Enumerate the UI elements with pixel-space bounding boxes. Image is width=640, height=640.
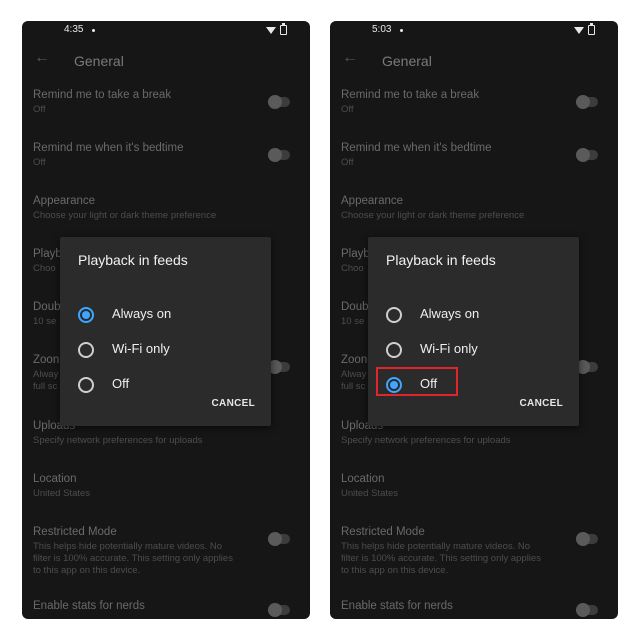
setting-toggle[interactable] <box>268 360 290 374</box>
setting-toggle[interactable] <box>576 95 598 109</box>
setting-toggle[interactable] <box>576 360 598 374</box>
phone-screen-2: 5:03 ← General Remind me to take a break Off… <box>330 21 618 619</box>
radio-option[interactable]: Wi-Fi only <box>386 339 556 361</box>
setting-toggle[interactable] <box>268 532 290 546</box>
setting-subtitle: This helps hide potentially mature video… <box>33 541 233 576</box>
setting-subtitle: Off <box>341 104 354 115</box>
page-title: General <box>74 53 124 69</box>
radio-unselected-icon[interactable] <box>78 377 94 393</box>
setting-row[interactable]: Appearance Choose your light or dark them… <box>330 195 618 243</box>
app-bar: ← General <box>330 47 618 75</box>
setting-title: Restricted Mode <box>33 526 117 538</box>
radio-unselected-icon[interactable] <box>386 342 402 358</box>
setting-subtitle: This helps hide potentially mature video… <box>341 541 541 576</box>
arrow-back-icon[interactable]: ← <box>34 49 50 67</box>
radio-option[interactable]: Always on <box>386 304 556 326</box>
setting-title: Enable stats for nerds <box>33 600 145 612</box>
status-bar: 4:35 <box>22 21 310 39</box>
setting-title: Remind me to take a break <box>33 89 172 101</box>
phone-screen-1: 4:35 ← General Remind me to take a break Off… <box>22 21 310 619</box>
setting-subtitle: Choose your light or dark theme preferen… <box>33 210 217 221</box>
radio-option-label: Off <box>112 376 130 391</box>
setting-subtitle: Specify network preferences for uploads <box>341 435 511 446</box>
setting-row[interactable]: Restricted Mode This helps hide potential… <box>22 526 310 576</box>
setting-title: Doub <box>341 301 369 313</box>
setting-toggle[interactable] <box>268 148 290 162</box>
radio-option-label: Always on <box>112 306 172 321</box>
playback-dialog: Playback in feeds Always on Wi-Fi only Off C… <box>368 237 579 426</box>
arrow-back-icon[interactable]: ← <box>342 49 358 67</box>
setting-toggle[interactable] <box>268 603 290 617</box>
battery-icon <box>280 23 287 35</box>
status-bar: 5:03 <box>330 21 618 39</box>
notification-dot-icon <box>92 29 95 32</box>
highlight-box <box>376 367 458 396</box>
setting-subtitle: Off <box>341 157 354 168</box>
app-bar: ← General <box>22 47 310 75</box>
radio-option-label: Wi-Fi only <box>420 341 478 356</box>
setting-row[interactable]: Uploads Specify network preferences for u… <box>22 420 310 468</box>
setting-row[interactable]: Remind me when it's bedtime Off <box>330 142 618 190</box>
radio-option[interactable]: Off <box>376 367 556 396</box>
setting-subtitle: Off <box>33 104 46 115</box>
setting-title: Playb <box>341 248 370 260</box>
wifi-icon <box>574 27 584 34</box>
setting-title: Remind me when it's bedtime <box>341 142 492 154</box>
setting-title: Location <box>33 473 77 485</box>
setting-title: Appearance <box>33 195 96 207</box>
setting-row[interactable]: Appearance Choose your light or dark them… <box>22 195 310 243</box>
status-time: 4:35 <box>64 24 84 35</box>
playback-dialog: Playback in feeds Always on Wi-Fi only Off C… <box>60 237 271 426</box>
setting-title: Enable stats for nerds <box>341 600 453 612</box>
wifi-icon <box>266 27 276 34</box>
status-time: 5:03 <box>372 24 392 35</box>
dialog-title: Playback in feeds <box>386 252 496 268</box>
setting-title: Location <box>341 473 385 485</box>
setting-title: Appearance <box>341 195 404 207</box>
setting-title: Zoon <box>341 354 368 366</box>
setting-title: Remind me to take a break <box>341 89 480 101</box>
setting-row[interactable]: Restricted Mode This helps hide potential… <box>330 526 618 576</box>
cancel-button[interactable]: CANCEL <box>520 398 563 409</box>
setting-row[interactable]: Remind me to take a break Off <box>22 89 310 137</box>
setting-title: Playb <box>33 248 62 260</box>
setting-subtitle: Specify network preferences for uploads <box>33 435 203 446</box>
battery-icon <box>588 23 595 35</box>
setting-subtitle: United States <box>341 488 399 499</box>
radio-option-label: Always on <box>420 306 480 321</box>
setting-row[interactable]: Uploads Specify network preferences for u… <box>330 420 618 468</box>
setting-row[interactable]: Location United States <box>330 473 618 521</box>
setting-toggle[interactable] <box>268 95 290 109</box>
dialog-title: Playback in feeds <box>78 252 188 268</box>
setting-row[interactable]: Enable stats for nerds <box>22 600 310 619</box>
setting-subtitle: Off <box>33 157 46 168</box>
setting-title: Zoon <box>33 354 60 366</box>
radio-unselected-icon[interactable] <box>386 307 402 323</box>
radio-option-label: Wi-Fi only <box>112 341 170 356</box>
page-title: General <box>382 53 432 69</box>
setting-subtitle: Choose your light or dark theme preferen… <box>341 210 525 221</box>
setting-title: Restricted Mode <box>341 526 425 538</box>
radio-selected-icon[interactable] <box>78 307 94 323</box>
setting-toggle[interactable] <box>576 603 598 617</box>
setting-row[interactable]: Remind me to take a break Off <box>330 89 618 137</box>
setting-row[interactable]: Enable stats for nerds <box>330 600 618 619</box>
radio-unselected-icon[interactable] <box>78 342 94 358</box>
setting-title: Doub <box>33 301 61 313</box>
setting-title: Remind me when it's bedtime <box>33 142 184 154</box>
setting-row[interactable]: Location United States <box>22 473 310 521</box>
setting-toggle[interactable] <box>576 148 598 162</box>
setting-toggle[interactable] <box>576 532 598 546</box>
setting-row[interactable]: Remind me when it's bedtime Off <box>22 142 310 190</box>
radio-option[interactable]: Always on <box>78 304 248 326</box>
radio-option[interactable]: Wi-Fi only <box>78 339 248 361</box>
setting-subtitle: United States <box>33 488 91 499</box>
radio-option[interactable]: Off <box>78 374 248 396</box>
notification-dot-icon <box>400 29 403 32</box>
cancel-button[interactable]: CANCEL <box>212 398 255 409</box>
